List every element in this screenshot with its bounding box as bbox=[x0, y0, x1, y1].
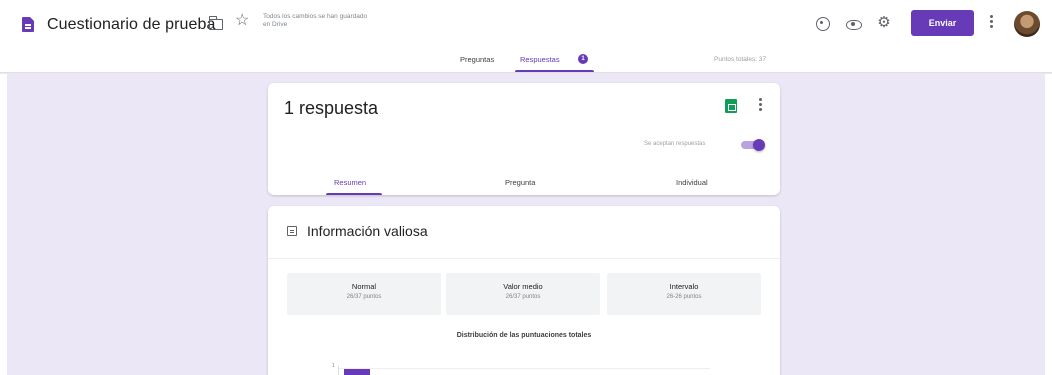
sheets-icon[interactable] bbox=[725, 99, 737, 113]
avatar[interactable] bbox=[1014, 11, 1040, 37]
active-subtab-indicator bbox=[326, 193, 382, 195]
stat-mean: Valor medio 26/37 puntos bbox=[446, 273, 600, 315]
save-status: Todos los cambios se han guardado en Dri… bbox=[263, 13, 368, 28]
send-button[interactable]: Enviar bbox=[911, 10, 974, 36]
right-edge-panel bbox=[1045, 74, 1052, 375]
y-axis-line bbox=[338, 366, 339, 375]
response-count: 1 respuesta bbox=[284, 98, 379, 118]
insights-icon bbox=[287, 226, 297, 236]
toggle-thumb bbox=[753, 139, 765, 151]
palette-icon[interactable] bbox=[816, 17, 830, 31]
tab-responses[interactable]: Respuestas bbox=[520, 55, 560, 64]
responses-count-badge: 1 bbox=[578, 54, 588, 64]
accepting-responses-label: Se aceptan respuestas bbox=[644, 141, 706, 147]
star-icon[interactable]: ☆ bbox=[235, 13, 249, 29]
stat-value: 26-26 puntos bbox=[666, 294, 702, 300]
left-edge-panel bbox=[0, 74, 7, 375]
eye-icon[interactable] bbox=[846, 17, 862, 31]
gear-icon[interactable]: ⚙ bbox=[877, 15, 891, 30]
divider bbox=[268, 258, 780, 259]
stat-value: 26/37 puntos bbox=[505, 294, 541, 300]
tab-questions[interactable]: Preguntas bbox=[460, 55, 494, 64]
insights-title: Información valiosa bbox=[307, 223, 428, 239]
stat-value: 26/37 puntos bbox=[346, 294, 382, 300]
subtab-individual[interactable]: Individual bbox=[676, 178, 708, 187]
total-points: Puntos totales: 37 bbox=[714, 56, 767, 63]
folder-icon[interactable] bbox=[208, 16, 223, 30]
stat-label: Intervalo bbox=[669, 282, 699, 291]
active-tab-indicator bbox=[515, 70, 594, 72]
subtab-question[interactable]: Pregunta bbox=[505, 178, 535, 187]
accepting-responses-toggle[interactable] bbox=[741, 139, 765, 151]
histogram-bar bbox=[344, 369, 370, 375]
stat-label: Valor medio bbox=[503, 282, 543, 291]
top-app-bar: Cuestionario de prueba ☆ Todos los cambi… bbox=[0, 0, 1052, 50]
forms-doc-icon[interactable] bbox=[22, 17, 34, 32]
chart-grid-line bbox=[338, 368, 710, 369]
more-vert-icon[interactable] bbox=[990, 15, 994, 33]
stat-range: Intervalo 26-26 puntos bbox=[607, 273, 761, 315]
more-vert-icon[interactable] bbox=[759, 98, 762, 113]
form-title[interactable]: Cuestionario de prueba bbox=[47, 16, 216, 34]
distribution-title: Distribución de las puntuaciones totales bbox=[456, 332, 592, 339]
subtab-summary[interactable]: Resumen bbox=[334, 178, 366, 187]
stat-normal: Normal 26/37 puntos bbox=[287, 273, 441, 315]
insights-card: Información valiosa Normal 26/37 puntos … bbox=[268, 206, 780, 375]
y-axis-tick-label: 1 bbox=[332, 363, 335, 369]
stat-label: Normal bbox=[351, 282, 377, 291]
